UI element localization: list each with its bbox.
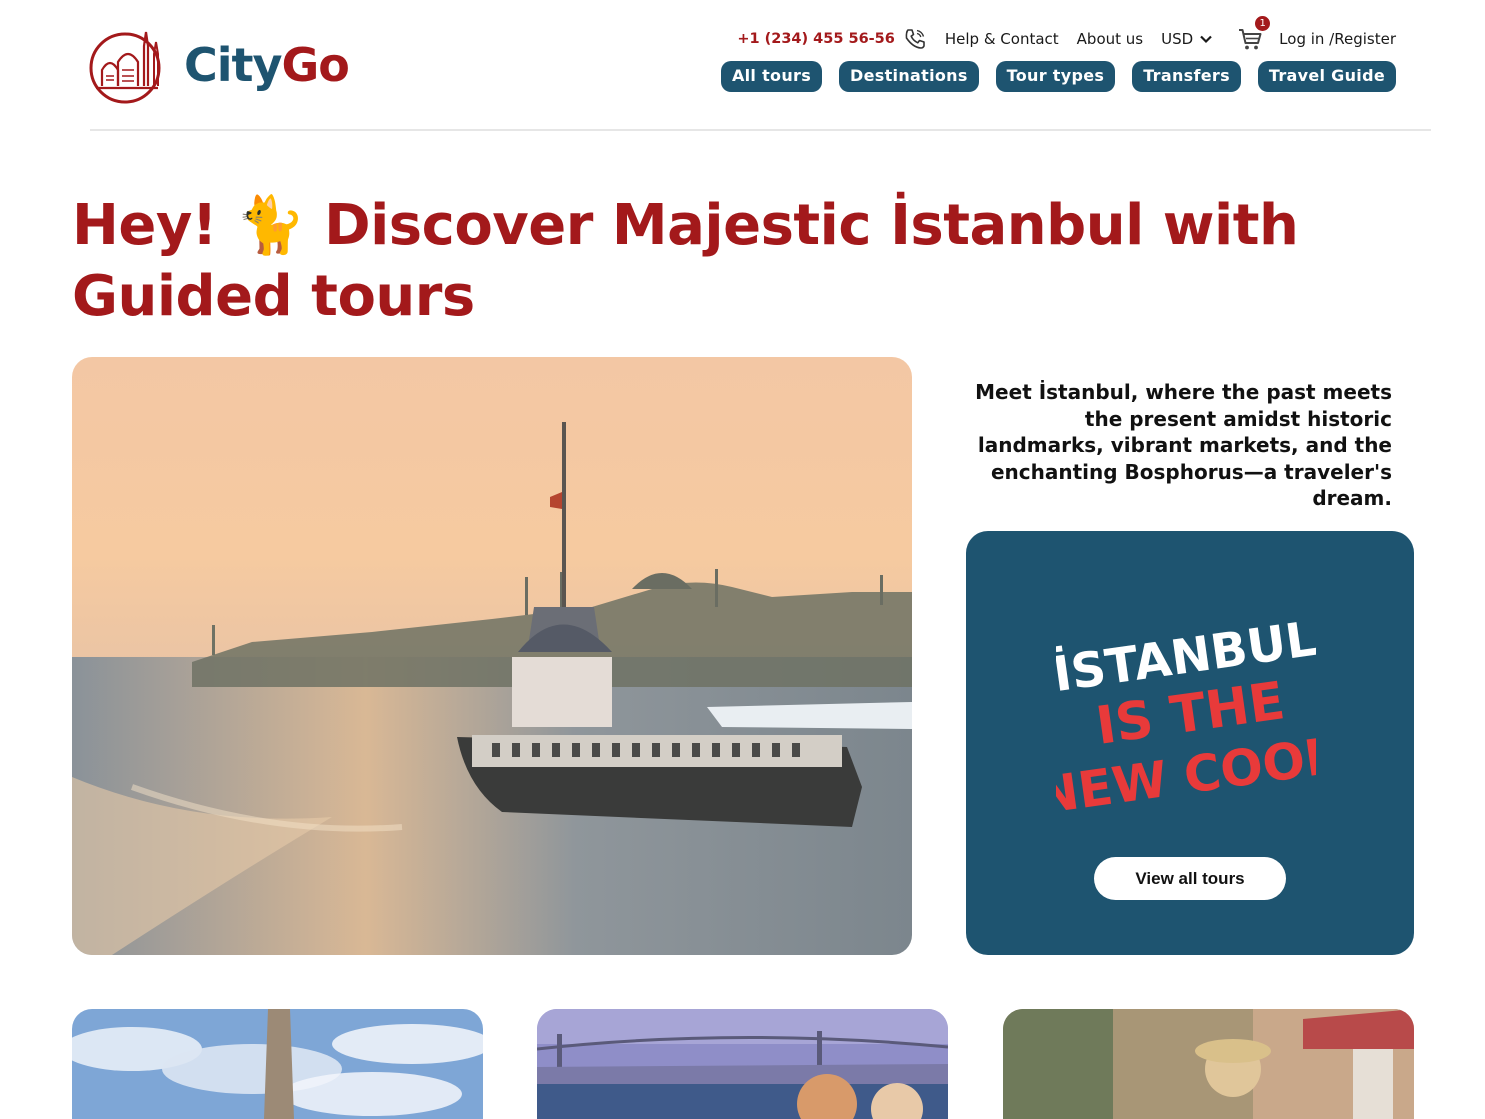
- help-contact-link[interactable]: Help & Contact: [945, 30, 1059, 48]
- intro-text: Meet İstanbul, where the past meets the …: [975, 380, 1392, 511]
- phone-link[interactable]: +1 (234) 455 56-56: [737, 31, 895, 47]
- logo-city-text: City: [184, 38, 283, 92]
- hero-photo-ferry: [72, 357, 912, 955]
- site-logo[interactable]: CityGo: [88, 24, 350, 106]
- tour-card-image-1[interactable]: [72, 1009, 483, 1119]
- tour-card-image-2[interactable]: [537, 1009, 948, 1119]
- nav-travel-guide[interactable]: Travel Guide: [1257, 61, 1396, 92]
- page-title-line1: Hey! 🐈 Discover Majestic İstanbul with: [72, 193, 1299, 258]
- currency-value: USD: [1161, 30, 1194, 48]
- nav-transfers[interactable]: Transfers: [1132, 61, 1241, 92]
- cart-button[interactable]: 1: [1237, 16, 1271, 52]
- tour-card-image-3[interactable]: [1003, 1009, 1414, 1119]
- phone-icon[interactable]: [903, 27, 927, 51]
- tour-photo-obelisk: [72, 1009, 483, 1119]
- chevron-down-icon: [1200, 35, 1212, 44]
- nav-all-tours[interactable]: All tours: [720, 61, 823, 92]
- site-header: CityGo +1 (234) 455 56-56 Help & Contact…: [0, 0, 1485, 132]
- currency-select[interactable]: USD: [1161, 30, 1213, 48]
- page-title: Hey! 🐈 Discover Majestic İstanbul with Gu…: [72, 190, 1332, 332]
- logo-wordmark: CityGo: [184, 42, 350, 88]
- about-us-link[interactable]: About us: [1077, 30, 1143, 48]
- promo-card: İSTANBUL IS THE NEW COOL View all tours: [966, 531, 1414, 955]
- hero-image: [72, 357, 912, 955]
- tour-photo-market: [1003, 1009, 1414, 1119]
- cart-count-badge: 1: [1255, 16, 1271, 31]
- logo-mark-icon: [89, 31, 161, 104]
- tour-photo-bosphorus: [537, 1009, 948, 1119]
- nav-tour-types[interactable]: Tour types: [995, 61, 1116, 92]
- logo-go-text: Go: [281, 38, 350, 92]
- nav-destinations[interactable]: Destinations: [839, 61, 979, 92]
- promo-slogan-art: İSTANBUL IS THE NEW COOL: [1056, 610, 1316, 811]
- view-all-tours-button[interactable]: View all tours: [1094, 857, 1286, 900]
- header-divider: [90, 129, 1431, 131]
- page-title-line2: Guided tours: [72, 264, 475, 329]
- main-nav: All tours Destinations Tour types Transf…: [720, 61, 1396, 92]
- login-register-link[interactable]: Log in /Register: [1279, 30, 1396, 48]
- top-utility-bar: +1 (234) 455 56-56 Help & Contact About …: [737, 16, 1396, 52]
